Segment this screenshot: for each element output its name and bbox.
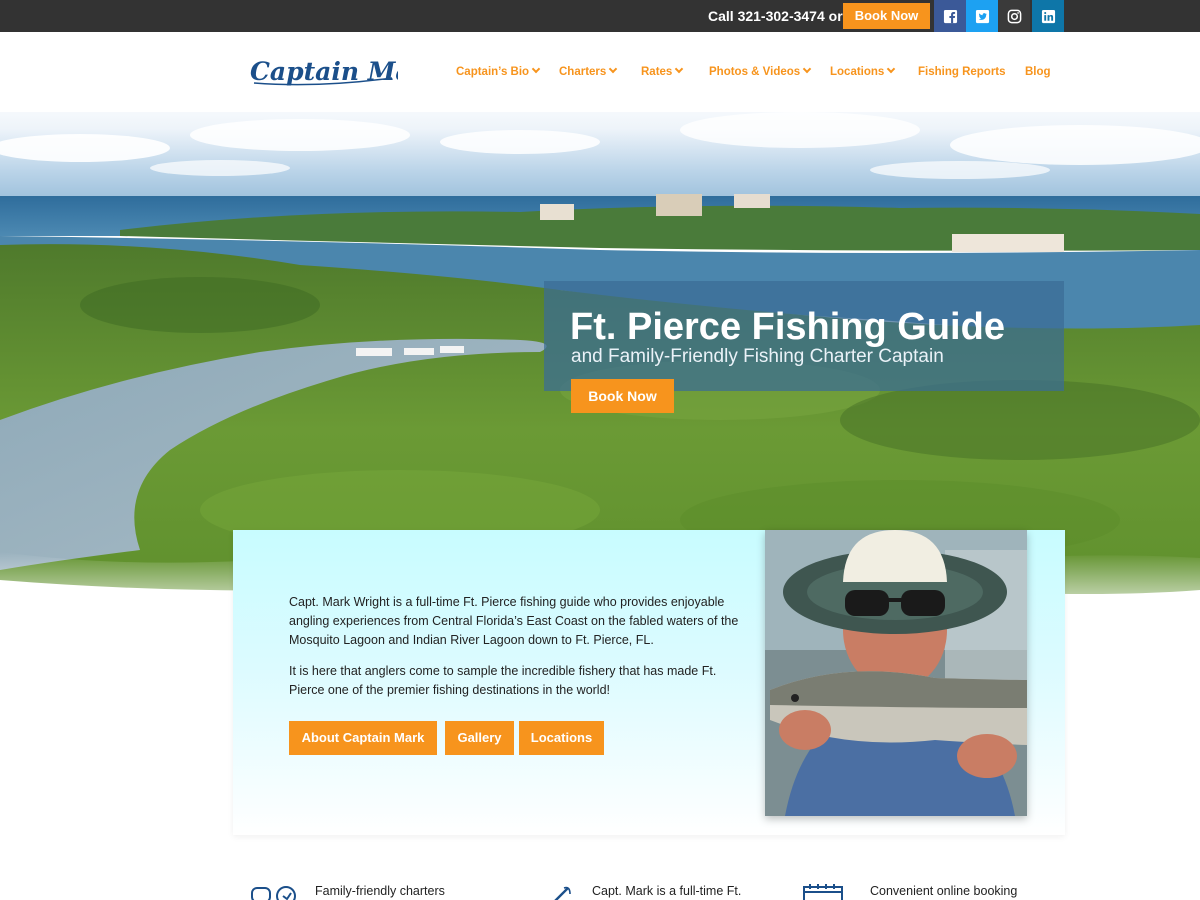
nav-blog[interactable]: Blog [1025,62,1051,82]
nav-label: Photos & Videos [709,66,801,78]
nav-captains-bio[interactable]: Captain’s Bio [456,62,541,82]
linkedin-icon [1041,9,1055,23]
chevron-down-icon [675,64,684,74]
feature-online-booking: Convenient online booking [802,882,1052,900]
feature-text: Capt. Mark is a full-time Ft. [592,884,742,898]
captain-with-fish-photo [765,530,1027,816]
nav-label: Charters [559,66,607,78]
chevron-down-icon [887,64,896,74]
feature-text: Convenient online booking [870,884,1018,898]
nav-locations[interactable]: Locations [830,62,896,82]
chevron-down-icon [609,64,618,74]
hero-headline-box: Ft. Pierce Fishing Guide and Family-Frie… [544,281,1064,391]
hero-subtitle: and Family-Friendly Fishing Charter Capt… [571,346,944,367]
main-nav: Captain’s Bio Charters Rates Photos & Vi… [0,62,1200,82]
intro-card: Capt. Mark Wright is a full-time Ft. Pie… [233,530,1065,835]
facebook-link[interactable] [934,0,966,32]
nav-label: Rates [641,66,673,78]
call-text: Call 321-302-3474 or [708,8,843,24]
nav-label: Captain’s Bio [456,66,530,78]
intro-paragraph-2: It is here that anglers come to sample t… [289,664,717,697]
nav-photos-videos[interactable]: Photos & Videos [709,62,812,82]
about-captain-mark-button[interactable]: About Captain Mark [289,721,437,755]
nav-label: Locations [830,66,885,78]
nav-charters[interactable]: Charters [559,62,618,82]
twitter-link[interactable] [966,0,998,32]
hero-title: Ft. Pierce Fishing Guide [570,306,1005,348]
nav-rates[interactable]: Rates [641,62,684,82]
nav-fishing-reports[interactable]: Fishing Reports [918,62,1006,82]
feature-full-time-captain: Capt. Mark is a full-time Ft. [550,882,800,900]
book-now-button-top[interactable]: Book Now [843,3,930,29]
locations-button[interactable]: Locations [519,721,604,755]
chevron-down-icon [531,64,541,74]
intro-paragraph-1: Capt. Mark Wright is a full-time Ft. Pie… [289,595,739,647]
gallery-button[interactable]: Gallery [445,721,514,755]
site-header: Captain Mark Captain’s Bio Charters Rate… [0,32,1200,112]
chevron-down-icon [802,64,812,74]
family-icon [250,884,298,900]
instagram-link[interactable] [998,0,1030,32]
feature-text: Family-friendly charters [315,884,445,898]
linkedin-link[interactable] [1032,0,1064,32]
top-bar: Call 321-302-3474 or Book Now [0,0,1200,32]
hero-book-now-button[interactable]: Book Now [571,379,674,413]
nav-label: Fishing Reports [918,66,1006,78]
feature-family-friendly: Family-friendly charters [250,882,500,900]
twitter-icon [975,9,989,23]
fishing-rod-icon [550,884,598,900]
instagram-icon [1007,9,1021,23]
facebook-icon [943,9,957,23]
nav-label: Blog [1025,66,1051,78]
calendar-icon [802,884,850,900]
